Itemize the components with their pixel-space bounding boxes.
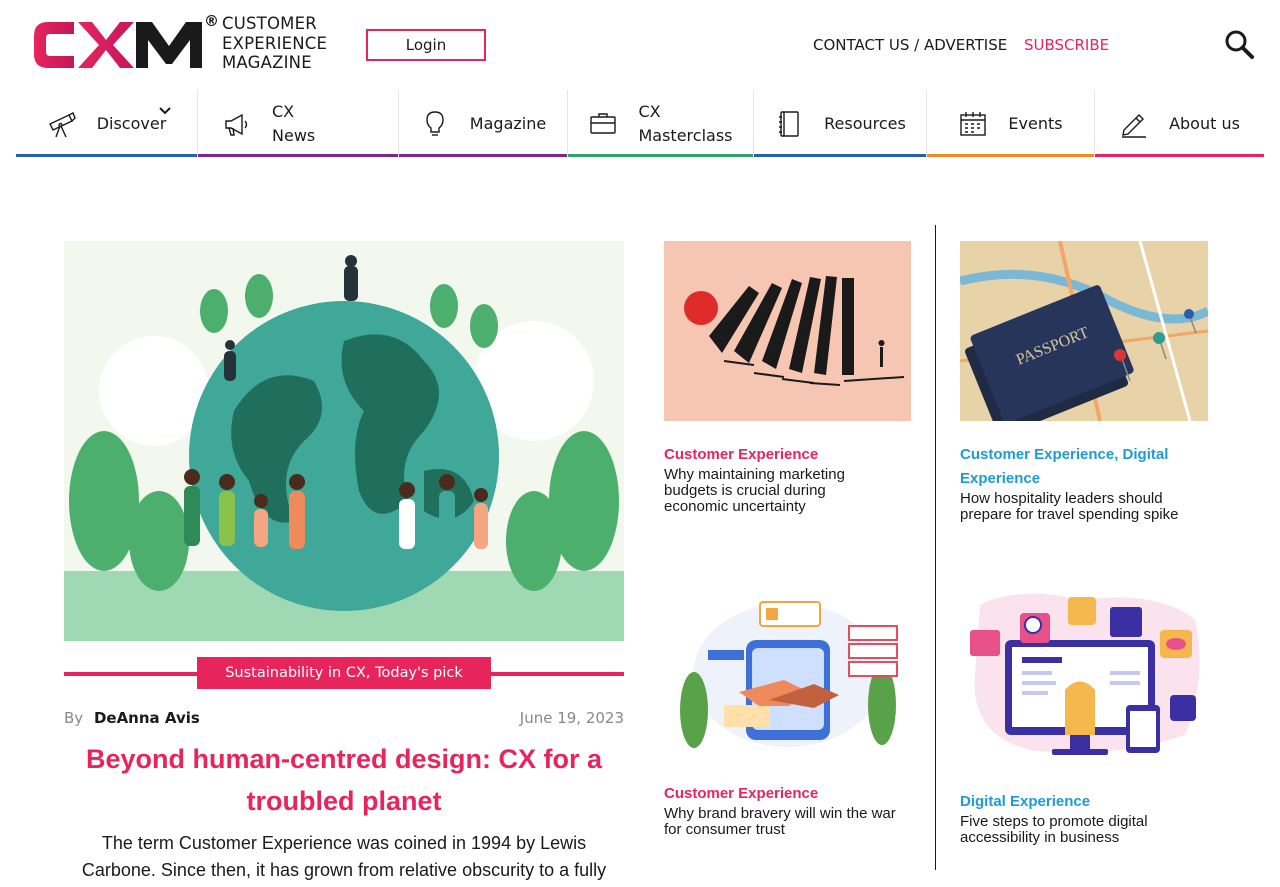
feature-image[interactable] — [64, 241, 624, 641]
card-title-line: accessibility in business — [960, 829, 1120, 846]
nav-label-magazine: Magazine — [469, 113, 547, 133]
card-title[interactable]: How hospitality leaders should prepare f… — [960, 491, 1208, 523]
nav-label-cx-masterclass: CX Masterclass — [638, 100, 732, 148]
card-title-line: How hospitality leaders should — [960, 490, 1163, 507]
nav-underline — [927, 154, 1094, 157]
logo-wordmark: CUSTOMER EXPERIENCE MAGAZINE — [222, 14, 327, 73]
nav-item-magazine[interactable]: Magazine — [399, 90, 568, 157]
card-image-accessibility[interactable] — [960, 585, 1208, 765]
lightbulb-icon — [426, 110, 444, 136]
briefcase-icon — [590, 112, 617, 134]
nav-label-line: Masterclass — [638, 125, 733, 145]
logo-line-customer: CUSTOMER — [222, 14, 317, 33]
card-image-dominoes[interactable] — [664, 241, 911, 421]
card-category[interactable]: Customer Experience, Digital Experience — [960, 443, 1208, 491]
excerpt-line: The term Customer Experience was coined … — [101, 833, 587, 853]
card-image-passport[interactable]: PASSPORT — [960, 241, 1208, 421]
logo-line-experience: EXPERIENCE — [222, 33, 328, 53]
chevron-down-icon[interactable] — [158, 104, 172, 118]
search-icon[interactable] — [1224, 29, 1254, 59]
card-category-line: Customer Experience, Digital — [960, 446, 1169, 463]
top-links: CONTACT US / ADVERTISE SUBSCRIBE — [813, 36, 1109, 54]
by-label: By — [64, 709, 84, 727]
publish-date: June 19, 2023 — [519, 709, 624, 727]
nav-item-cx-masterclass[interactable]: CX Masterclass — [568, 90, 754, 157]
author-link[interactable]: DeAnna Avis — [94, 709, 200, 727]
nav-item-about-us[interactable]: About us — [1095, 90, 1264, 157]
card-title-line: prepare for travel spending spike — [960, 506, 1179, 523]
registered-mark: ® — [204, 12, 219, 30]
card-category[interactable]: Customer Experience — [664, 443, 818, 467]
nav-item-cx-news[interactable]: CX News — [198, 90, 399, 157]
card-title-line: economic uncertainty — [664, 498, 806, 515]
nav-underline — [16, 154, 197, 157]
nav-label-line: CX — [638, 101, 661, 121]
card-image-handshake[interactable] — [664, 580, 911, 760]
card-title-line: Why brand bravery will win the war — [664, 805, 896, 822]
nav-label-discover: Discover — [96, 113, 167, 133]
nav-underline — [399, 154, 567, 157]
card-category[interactable]: Digital Experience — [960, 790, 1090, 814]
contact-advertise-link[interactable]: CONTACT US / ADVERTISE — [813, 36, 1007, 54]
card-title-line: budgets is crucial during — [664, 482, 826, 499]
feature-category-tag[interactable]: Sustainability in CX, Today's pick — [197, 657, 491, 689]
nav-underline — [198, 154, 398, 157]
nav-label-line: CX — [272, 101, 295, 121]
notebook-icon — [779, 110, 799, 137]
nav-item-events[interactable]: Events — [927, 90, 1095, 157]
headline-line: Beyond human-centred design: CX for a — [85, 744, 603, 774]
nav-underline — [1095, 154, 1264, 157]
card-title-line: for consumer trust — [664, 821, 785, 838]
login-button[interactable]: Login — [366, 29, 486, 61]
pencil-icon — [1122, 113, 1147, 138]
card-title[interactable]: Why brand bravery will win the war for c… — [664, 806, 924, 838]
headline-line: troubled planet — [246, 786, 442, 816]
card-title-line: Five steps to promote digital — [960, 813, 1148, 830]
column-divider — [935, 225, 936, 870]
nav-label-events: Events — [1008, 113, 1063, 133]
nav-label-about-us: About us — [1169, 113, 1240, 133]
card-title[interactable]: Why maintaining marketing budgets is cru… — [664, 467, 911, 515]
nav-item-discover[interactable]: Discover — [16, 90, 198, 157]
card-title-line: Why maintaining marketing — [664, 466, 845, 483]
nav-underline — [568, 154, 753, 157]
card-category-line: Experience — [960, 470, 1041, 487]
feature-headline[interactable]: Beyond human-centred design: CX for a tr… — [64, 738, 624, 822]
megaphone-icon — [225, 113, 248, 136]
nav-label-resources: Resources — [824, 113, 906, 133]
main-nav: Discover CX News Magazine CX Masterclass… — [16, 90, 1264, 157]
nav-label-cx-news: CX News — [272, 100, 315, 148]
nav-underline — [754, 154, 926, 157]
byline: By DeAnna Avis — [64, 709, 200, 727]
telescope-icon — [48, 111, 76, 137]
nav-label-line: News — [272, 125, 316, 145]
card-title[interactable]: Five steps to promote digital accessibil… — [960, 814, 1208, 846]
logo-line-magazine: MAGAZINE — [222, 53, 312, 72]
subscribe-link[interactable]: SUBSCRIBE — [1024, 36, 1109, 54]
calendar-icon — [960, 111, 987, 136]
nav-item-resources[interactable]: Resources — [754, 90, 927, 157]
excerpt-line: Carbone. Since then, it has grown from r… — [81, 860, 607, 880]
feature-excerpt: The term Customer Experience was coined … — [64, 830, 624, 884]
card-category[interactable]: Customer Experience — [664, 782, 818, 806]
